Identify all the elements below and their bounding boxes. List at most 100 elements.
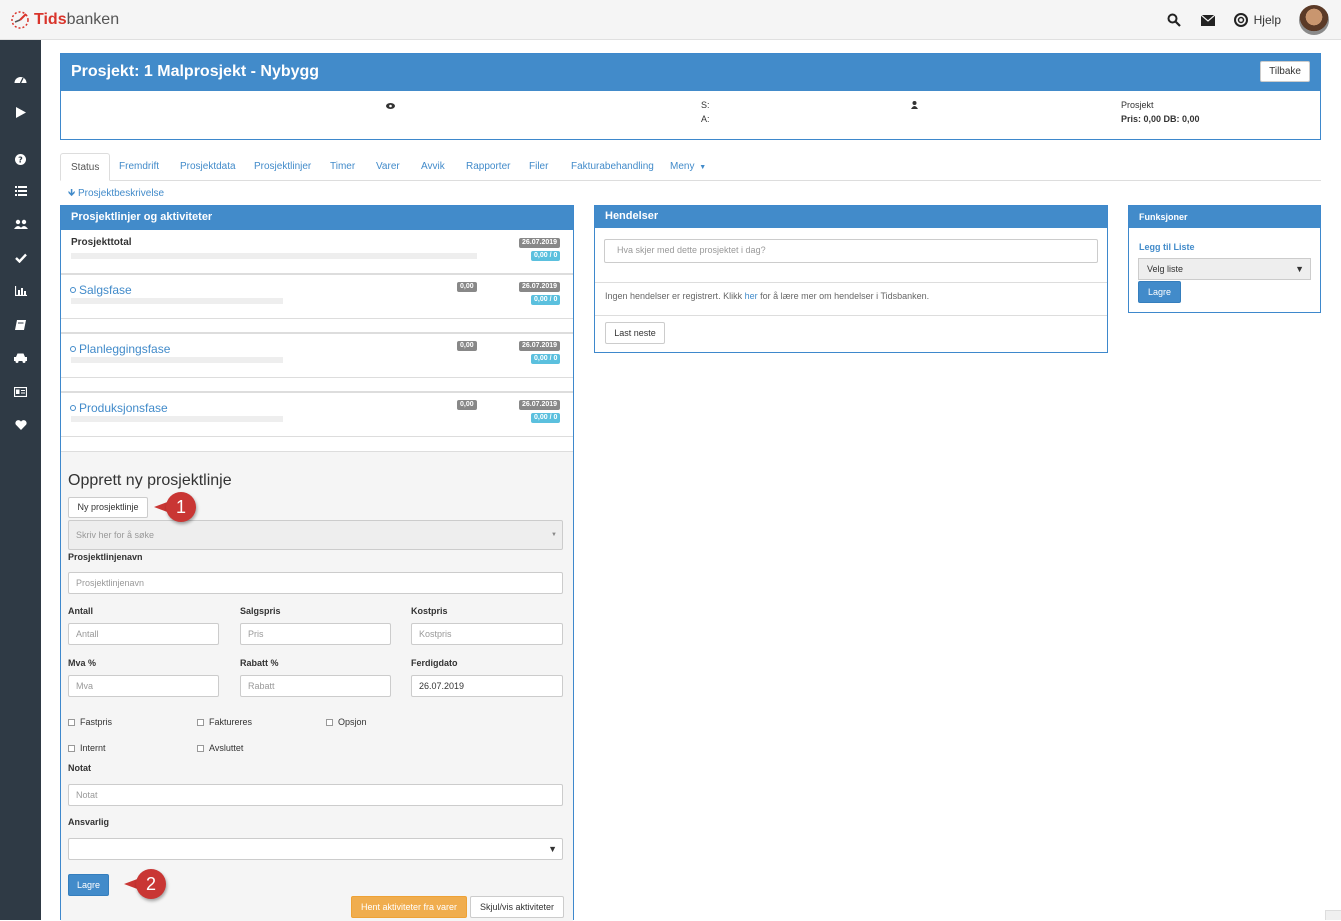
fetch-activities-button[interactable]: Hent aktiviteter fra varer bbox=[351, 896, 467, 918]
tab-fakturabehandling[interactable]: Fakturabehandling bbox=[561, 153, 664, 181]
create-line-heading: Opprett ny prosjektlinje bbox=[68, 472, 232, 489]
list-select[interactable]: Velg liste ▼ bbox=[1138, 258, 1311, 280]
project-a-label: A: bbox=[701, 114, 710, 124]
progress-bar bbox=[71, 357, 283, 363]
question-icon[interactable]: ? bbox=[13, 152, 28, 166]
mva-label: Mva % bbox=[68, 658, 97, 668]
phase-title[interactable]: Salgsfase bbox=[70, 283, 132, 297]
tab-rapporter[interactable]: Rapporter bbox=[456, 153, 520, 181]
name-input[interactable]: Prosjektlinjenavn bbox=[68, 572, 563, 594]
project-description-label: Prosjektbeskrivelse bbox=[77, 188, 165, 199]
phase-name: Planleggingsfase bbox=[79, 342, 171, 356]
tab-prosjektdata[interactable]: Prosjektdata bbox=[170, 153, 246, 181]
checkbox-box[interactable] bbox=[68, 744, 75, 752]
book-icon[interactable] bbox=[13, 318, 28, 332]
project-tabs: Status Fremdrift Prosjektdata Prosjektli… bbox=[60, 153, 1321, 181]
ferdigdato-label: Ferdigdato bbox=[411, 658, 458, 668]
phase-title[interactable]: Produksjonsfase bbox=[70, 401, 168, 415]
salgspris-input[interactable]: Pris bbox=[240, 623, 391, 645]
date-badge: 26.07.2019 bbox=[519, 400, 561, 410]
envelope-icon[interactable] bbox=[1200, 12, 1216, 28]
users-icon[interactable] bbox=[13, 217, 28, 231]
load-more-button[interactable]: Last neste bbox=[605, 322, 665, 344]
tab-filer[interactable]: Filer bbox=[519, 153, 558, 181]
eye-icon[interactable] bbox=[386, 101, 395, 111]
help-link[interactable]: Hjelp bbox=[1233, 13, 1281, 27]
create-line-form: Opprett ny prosjektlinje Ny prosjektlinj… bbox=[61, 451, 573, 921]
project-description-link[interactable]: 🡻 Prosjektbeskrivelse bbox=[68, 186, 164, 203]
faktureres-checkbox[interactable]: Faktureres bbox=[197, 717, 252, 727]
phase-row-planleggingsfase[interactable]: Planleggingsfase 0,00 26.07.2019 0,00 / … bbox=[61, 332, 573, 378]
toggle-activities-button[interactable]: Skjul/vis aktiviteter bbox=[470, 896, 564, 918]
antall-input[interactable]: Antall bbox=[68, 623, 219, 645]
new-line-button[interactable]: Ny prosjektlinje bbox=[68, 497, 148, 518]
checkbox-label: Fastpris bbox=[80, 717, 113, 727]
progress-bar bbox=[71, 298, 283, 304]
avsluttet-checkbox[interactable]: Avsluttet bbox=[197, 743, 243, 753]
back-button[interactable]: Tilbake bbox=[1260, 61, 1310, 82]
tab-meny-label: Meny bbox=[670, 161, 695, 172]
arrow-down-icon: 🡻 bbox=[68, 188, 76, 199]
tab-prosjektlinjer[interactable]: Prosjektlinjer bbox=[244, 153, 321, 181]
dashboard-icon[interactable] bbox=[13, 72, 28, 86]
list-icon[interactable] bbox=[13, 184, 28, 198]
checkbox-box[interactable] bbox=[326, 718, 333, 726]
opsjon-checkbox[interactable]: Opsjon bbox=[326, 717, 367, 727]
search-select[interactable]: Skriv her for å søke ▼ bbox=[68, 520, 563, 550]
add-to-list-link[interactable]: Legg til Liste bbox=[1139, 242, 1195, 252]
kostpris-label: Kostpris bbox=[411, 606, 448, 616]
logo[interactable]: Tids banken bbox=[10, 10, 119, 30]
value-badge: 0,00 / 0 bbox=[531, 251, 561, 261]
date-badge: 26.07.2019 bbox=[519, 282, 561, 292]
caret-down-icon: ▼ bbox=[699, 164, 707, 171]
heart-icon[interactable] bbox=[13, 418, 28, 432]
checkbox-box[interactable] bbox=[197, 718, 204, 726]
project-total-row: Prosjekttotal 26.07.2019 0,00 / 0 bbox=[61, 230, 573, 274]
project-header-panel: Prosjekt: 1 Malprosjekt - Nybygg Tilbake… bbox=[60, 53, 1321, 140]
car-icon[interactable] bbox=[13, 351, 28, 365]
no-events-text-end: for å lære mer om hendelser i Tidsbanken… bbox=[757, 291, 930, 301]
notat-input[interactable]: Notat bbox=[68, 784, 563, 806]
mva-input[interactable]: Mva bbox=[68, 675, 219, 697]
circle-icon bbox=[70, 346, 76, 352]
progress-bar bbox=[71, 416, 283, 422]
check-icon[interactable] bbox=[13, 251, 28, 265]
play-icon[interactable] bbox=[13, 105, 28, 119]
phase-row-salgsfase[interactable]: Salgsfase 0,00 26.07.2019 0,00 / 0 bbox=[61, 273, 573, 319]
tab-varer[interactable]: Varer bbox=[366, 153, 410, 181]
fastpris-checkbox[interactable]: Fastpris bbox=[68, 717, 112, 727]
help-label: Hjelp bbox=[1253, 13, 1281, 27]
phase-title[interactable]: Planleggingsfase bbox=[70, 342, 170, 356]
ferdigdato-input[interactable]: 26.07.2019 bbox=[411, 675, 563, 697]
ansvarlig-select[interactable]: ▼ bbox=[68, 838, 563, 860]
kostpris-input[interactable]: Kostpris bbox=[411, 623, 563, 645]
tab-status[interactable]: Status bbox=[60, 153, 111, 181]
circle-icon bbox=[70, 287, 76, 293]
checkbox-box[interactable] bbox=[197, 744, 204, 752]
logo-text-tids: Tids bbox=[34, 11, 67, 28]
search-icon[interactable] bbox=[1166, 12, 1182, 28]
bar-chart-icon[interactable] bbox=[13, 284, 28, 298]
caret-down-icon: ▼ bbox=[548, 844, 557, 854]
id-card-icon[interactable] bbox=[13, 385, 28, 399]
caret-down-icon: ▼ bbox=[551, 532, 557, 538]
avatar[interactable] bbox=[1299, 5, 1329, 35]
internt-checkbox[interactable]: Internt bbox=[68, 743, 106, 753]
rabatt-input[interactable]: Rabatt bbox=[240, 675, 391, 697]
save-button[interactable]: Lagre bbox=[68, 874, 109, 896]
tab-fremdrift[interactable]: Fremdrift bbox=[109, 153, 169, 181]
learn-more-link[interactable]: her bbox=[745, 291, 758, 301]
tab-avvik[interactable]: Avvik bbox=[411, 153, 455, 181]
tab-meny[interactable]: Meny ▼ bbox=[660, 153, 716, 181]
checkbox-label: Opsjon bbox=[338, 717, 367, 727]
amount-badge: 0,00 bbox=[457, 341, 477, 351]
phase-row-produksjonsfase[interactable]: Produksjonsfase 0,00 26.07.2019 0,00 / 0 bbox=[61, 391, 573, 437]
date-badge: 26.07.2019 bbox=[519, 238, 561, 248]
resize-handle[interactable] bbox=[1325, 910, 1341, 920]
clock-logo-icon bbox=[11, 11, 29, 29]
functions-save-button[interactable]: Lagre bbox=[1138, 281, 1181, 303]
tab-timer[interactable]: Timer bbox=[320, 153, 365, 181]
event-input[interactable]: Hva skjer med dette prosjektet i dag? bbox=[604, 239, 1098, 263]
callout-number: 2 bbox=[136, 869, 166, 899]
checkbox-box[interactable] bbox=[68, 718, 75, 726]
